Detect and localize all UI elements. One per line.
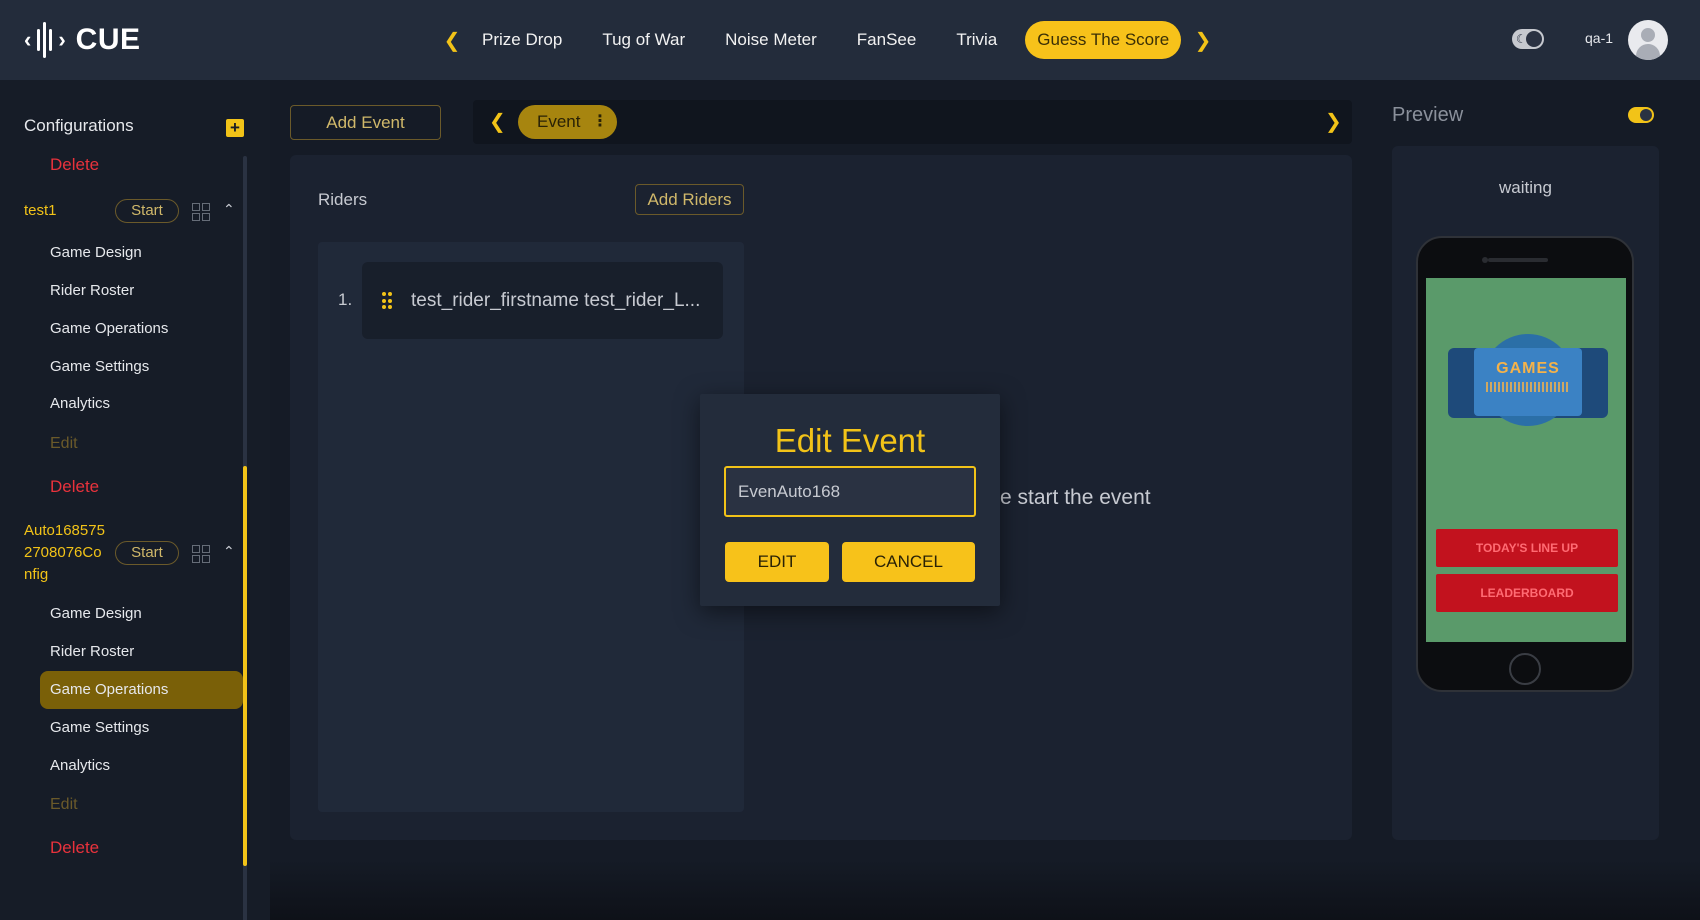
add-configuration-plus-icon[interactable]: + (226, 119, 244, 137)
logo-right-chevron-icon: › (58, 27, 66, 52)
sidebar-scrollbar[interactable] (243, 156, 247, 920)
add-riders-button[interactable]: Add Riders (635, 184, 744, 215)
chevron-up-icon[interactable]: ⌃ (223, 201, 235, 218)
cancel-button[interactable]: CANCEL (842, 542, 975, 582)
sidebar-item-game-design[interactable]: Game Design (50, 244, 142, 261)
sidebar-item-analytics[interactable]: Analytics (50, 757, 110, 774)
sidebar-item-game-design[interactable]: Game Design (50, 605, 142, 622)
games-logo-text: GAMES (1496, 360, 1560, 377)
phone-home-button (1509, 653, 1541, 685)
config-name-auto[interactable]: Auto168575 2708076Co nfig (24, 520, 105, 586)
start-button-auto[interactable]: Start (115, 541, 179, 565)
games-nav: ❮ Prize Drop Tug of War Noise Meter FanS… (440, 20, 1215, 60)
sidebar-item-delete[interactable]: Delete (50, 838, 99, 858)
riders-label: Riders (318, 190, 368, 209)
sidebar-item-edit[interactable]: Edit (50, 796, 78, 814)
logo-text: CUE (75, 23, 141, 56)
cue-logo[interactable]: ‹ › CUE (24, 20, 141, 60)
sidebar-item-game-operations[interactable]: Game Operations (50, 320, 168, 337)
sidebar-item-rider-roster[interactable]: Rider Roster (50, 282, 134, 299)
phone-screen: GAMES Today's Line Up Leaderboard (1426, 278, 1626, 642)
leaderboard-button: Leaderboard (1436, 574, 1618, 612)
games-prev-chevron-icon[interactable]: ❮ (440, 20, 464, 60)
preview-toggle[interactable] (1628, 107, 1654, 123)
sidebar-item-game-settings[interactable]: Game Settings (50, 719, 149, 736)
start-button-test1[interactable]: Start (115, 199, 179, 223)
sidebar-item-edit[interactable]: Edit (50, 435, 78, 453)
event-name-input[interactable] (724, 466, 976, 517)
phone-mockup: GAMES Today's Line Up Leaderboard (1416, 236, 1634, 692)
sidebar-delete-top[interactable]: Delete (50, 155, 99, 175)
games-logo: GAMES (1474, 348, 1582, 416)
avatar[interactable] (1628, 20, 1668, 60)
event-bar: ❮ Event ⋮ ❯ (473, 100, 1352, 144)
sidebar-item-delete[interactable]: Delete (50, 477, 99, 497)
drag-handle-icon[interactable] (382, 292, 392, 310)
sidebar: Configurations + Delete test1 Start ⌃ Ga… (0, 80, 270, 920)
config-name-line: Auto168575 (24, 522, 105, 539)
event-chip-label: Event (537, 112, 581, 131)
config-name-line: nfig (24, 566, 49, 583)
game-tab-fansee[interactable]: FanSee (837, 21, 937, 59)
sidebar-item-game-operations-active[interactable]: Game Operations (40, 671, 243, 709)
qr-code-icon[interactable] (192, 545, 210, 563)
sidebar-title: Configurations (24, 116, 134, 135)
config-name-line: 2708076Co (24, 544, 102, 561)
bottom-fade (270, 860, 1700, 920)
qr-code-icon[interactable] (192, 203, 210, 221)
rider-card[interactable]: test_rider_firstname test_rider_L... (362, 262, 723, 339)
games-next-chevron-icon[interactable]: ❯ (1191, 20, 1215, 60)
game-tab-prize-drop[interactable]: Prize Drop (470, 21, 582, 59)
start-event-hint: e start the event (1000, 486, 1151, 509)
rider-number: 1. (338, 290, 353, 309)
chevron-up-icon[interactable]: ⌃ (223, 543, 235, 560)
preview-status: waiting (1499, 178, 1552, 197)
todays-lineup-button: Today's Line Up (1436, 529, 1618, 567)
edit-event-modal: Edit Event EDIT CANCEL (700, 394, 1000, 606)
user-name: qa-1 (1585, 30, 1614, 46)
rider-name: test_rider_firstname test_rider_L... (411, 290, 701, 311)
edit-button[interactable]: EDIT (725, 542, 829, 582)
modal-title: Edit Event (774, 422, 926, 459)
event-next-chevron-icon[interactable]: ❯ (1325, 100, 1342, 144)
more-vertical-icon[interactable]: ⋮ (592, 105, 608, 139)
game-tab-guess-the-score[interactable]: Guess The Score (1025, 21, 1182, 59)
theme-toggle[interactable]: ☾ (1512, 29, 1544, 49)
logo-bars-icon (37, 22, 53, 58)
game-tab-noise-meter[interactable]: Noise Meter (705, 21, 837, 59)
sidebar-item-analytics[interactable]: Analytics (50, 395, 110, 412)
game-tabs: Prize Drop Tug of War Noise Meter FanSee… (470, 20, 1185, 60)
add-event-button[interactable]: Add Event (290, 105, 441, 140)
sidebar-item-game-settings[interactable]: Game Settings (50, 358, 149, 375)
preview-title: Preview (1392, 104, 1464, 126)
game-tab-tug-of-war[interactable]: Tug of War (582, 21, 705, 59)
event-chip[interactable]: Event ⋮ (518, 105, 617, 139)
config-name-test1[interactable]: test1 (24, 200, 57, 222)
sidebar-item-rider-roster[interactable]: Rider Roster (50, 643, 134, 660)
logo-left-chevron-icon: ‹ (24, 27, 32, 52)
user-icon (1641, 28, 1655, 42)
event-prev-chevron-icon[interactable]: ❮ (489, 100, 506, 144)
top-bar: ‹ › CUE ❮ Prize Drop Tug of War Noise Me… (0, 0, 1700, 80)
game-tab-trivia[interactable]: Trivia (936, 21, 1017, 59)
